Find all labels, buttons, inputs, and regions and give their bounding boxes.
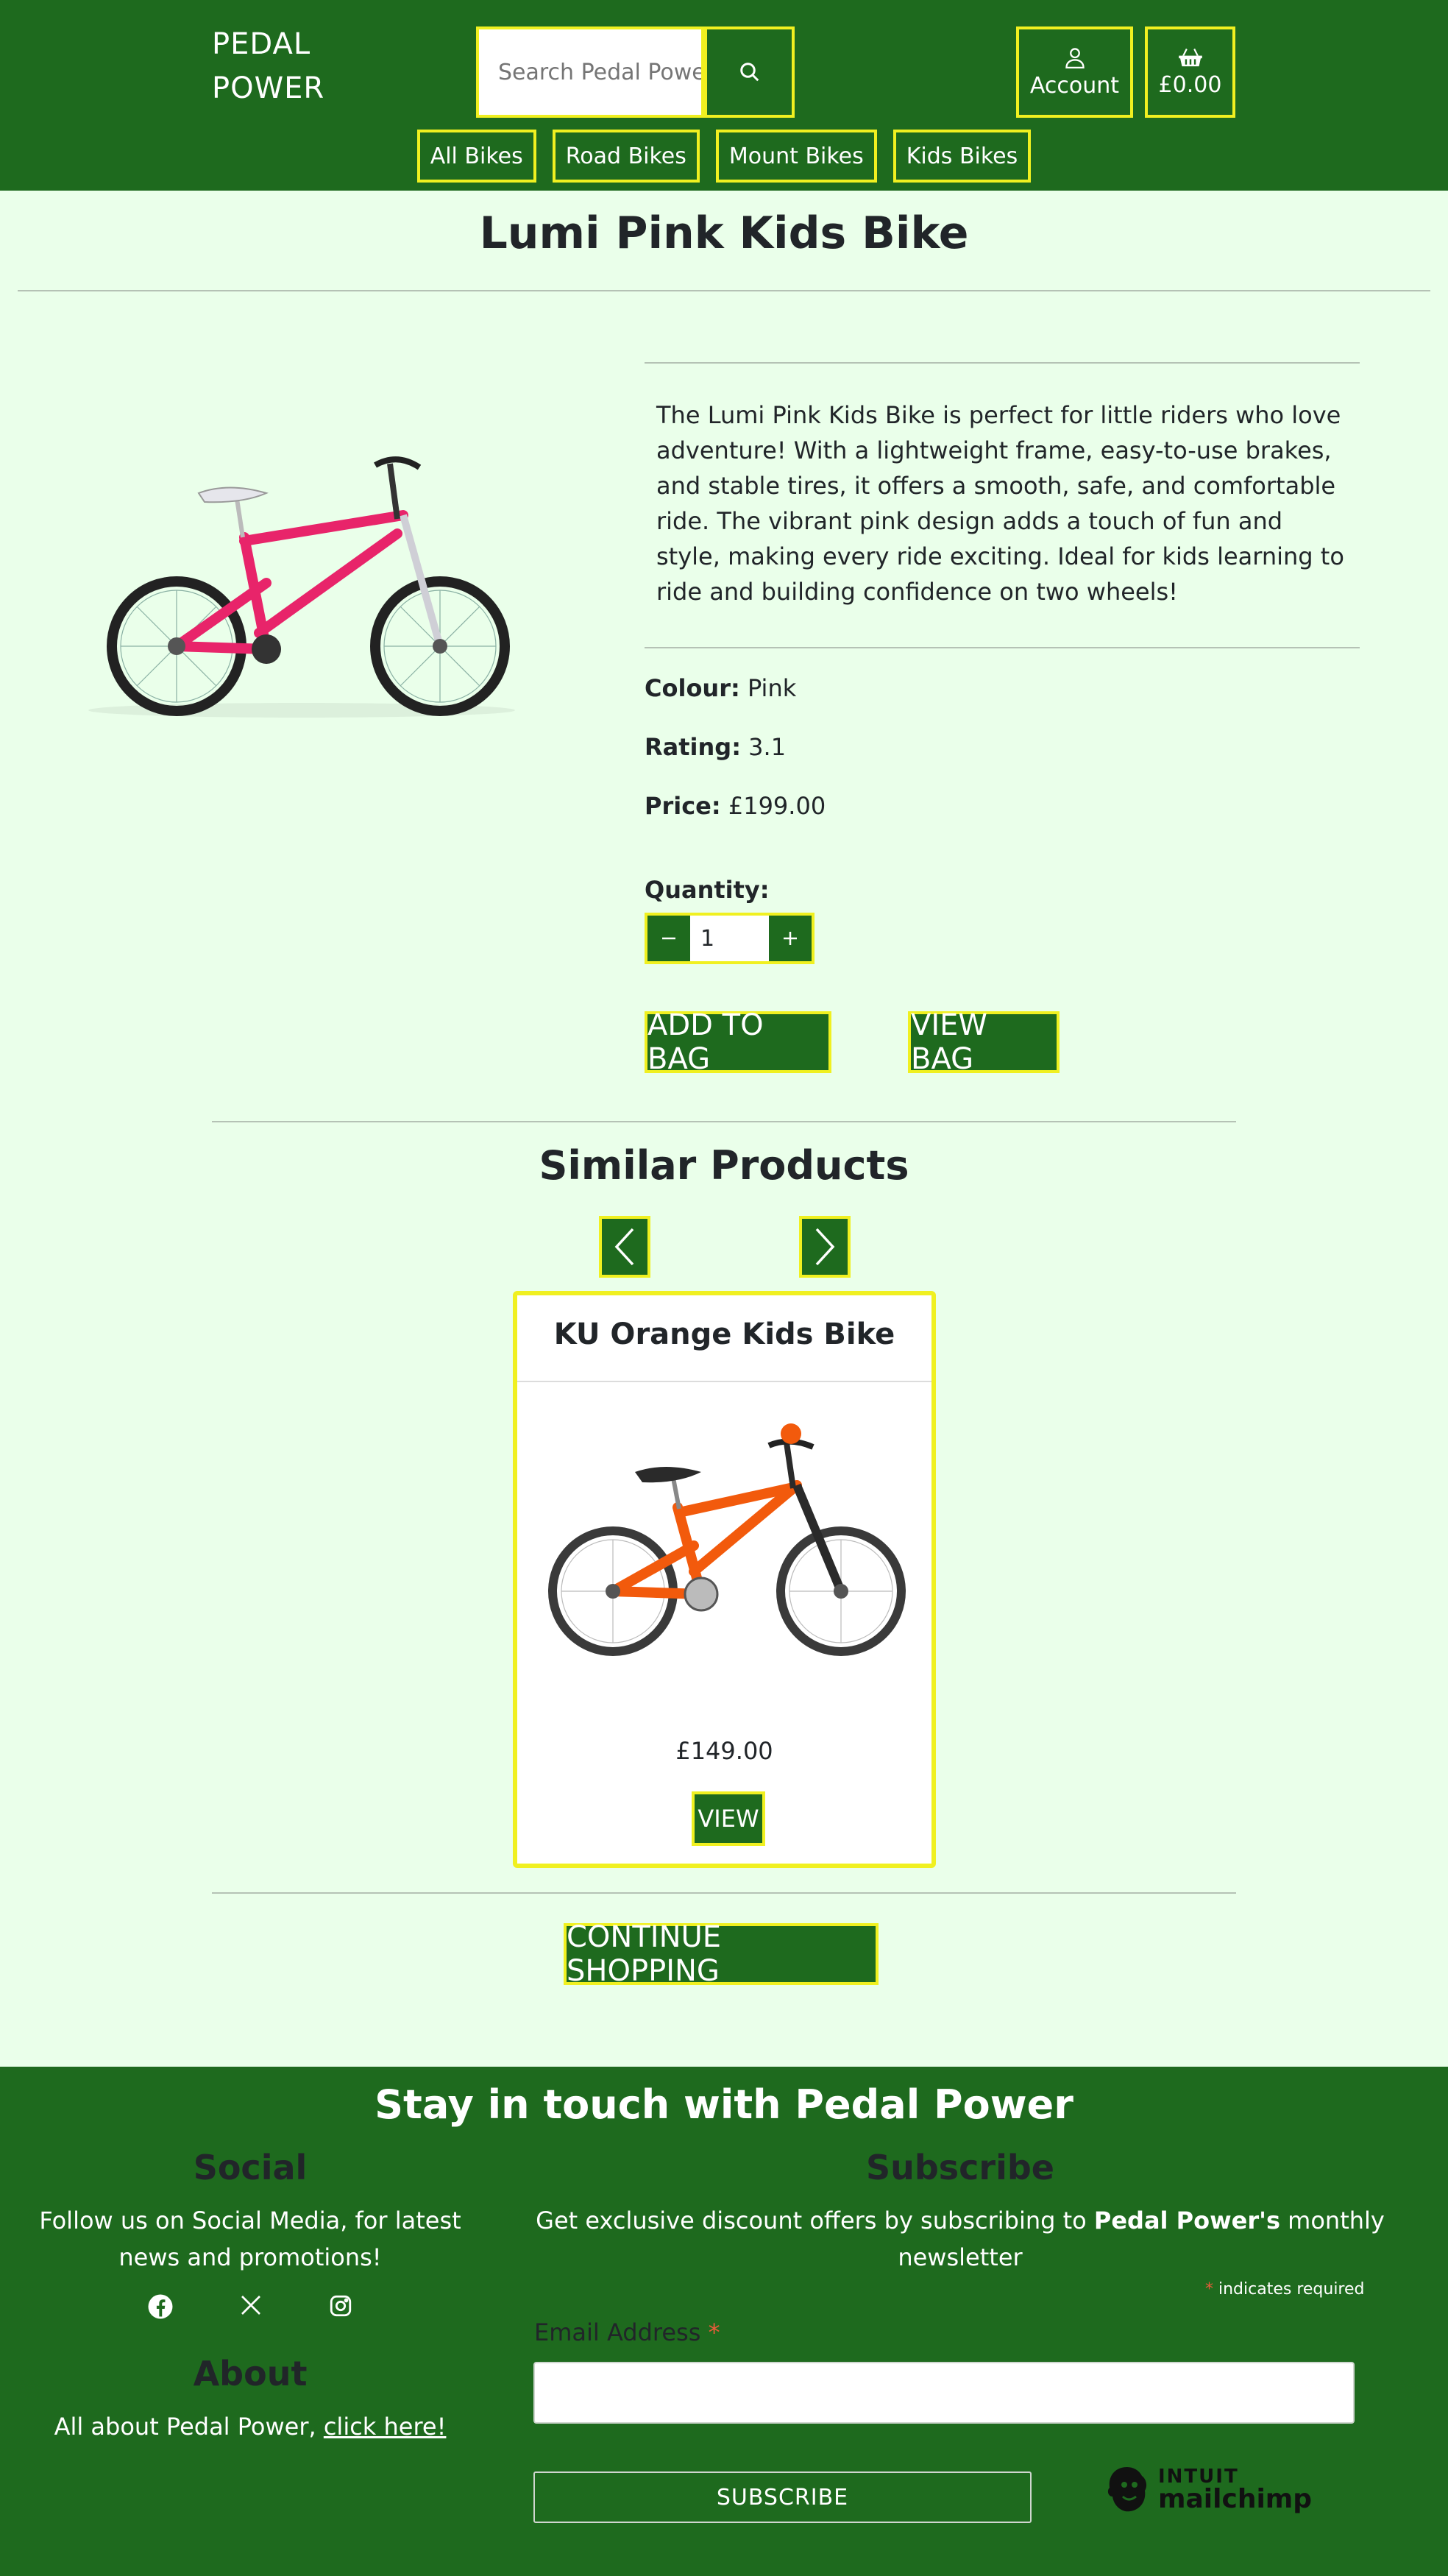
description-bottom-divider <box>645 647 1360 648</box>
colour-value: Pink <box>747 674 797 702</box>
x-icon[interactable] <box>239 2293 263 2317</box>
required-note: * indicates required <box>1205 2280 1365 2299</box>
social-links <box>147 2293 353 2320</box>
description-top-divider <box>645 362 1360 364</box>
plus-icon <box>784 932 797 945</box>
product-description: The Lumi Pink Kids Bike is perfect for l… <box>656 401 1344 606</box>
required-star: * <box>1205 2280 1213 2299</box>
price-row: Price: £199.00 <box>645 792 826 820</box>
rating-value: 3.1 <box>748 733 787 761</box>
rating-row: Rating: 3.1 <box>645 733 786 761</box>
subscribe-text-before: Get exclusive discount offers by subscri… <box>536 2207 1094 2234</box>
carousel-prev-button[interactable] <box>599 1216 650 1278</box>
carousel-next-button[interactable] <box>799 1216 851 1278</box>
continue-shopping-button[interactable]: CONTINUE SHOPPING <box>564 1920 879 1988</box>
price-label: Price: <box>645 792 721 820</box>
subscribe-button[interactable]: SUBSCRIBE <box>533 2471 1032 2523</box>
social-text: Follow us on Social Media, for latest ne… <box>29 2202 471 2276</box>
product-card-price: £149.00 <box>675 1737 773 1765</box>
quantity-stepper: 1 <box>645 913 814 964</box>
main-nav: All Bikes Road Bikes Mount Bikes Kids Bi… <box>0 130 1448 183</box>
site-header: PEDAL POWER Account £0.00 All Bikes Road… <box>0 0 1448 191</box>
brand-line-1: PEDAL <box>212 27 311 61</box>
view-bag-button[interactable]: VIEW BAG <box>908 1008 1060 1076</box>
similar-products-heading: Similar Products <box>539 1142 909 1189</box>
subscribe-text: Get exclusive discount offers by subscri… <box>486 2202 1435 2276</box>
similar-divider <box>212 1121 1236 1122</box>
mailchimp-freddie-icon <box>1107 2467 1147 2512</box>
basket-icon <box>1178 48 1202 66</box>
nav-mount-bikes[interactable]: Mount Bikes <box>715 130 877 183</box>
quantity-decrease-button[interactable] <box>647 916 690 961</box>
subscribe-text-brand: Pedal Power's <box>1093 2207 1280 2234</box>
subscribe-heading: Subscribe <box>865 2148 1055 2187</box>
about-heading: About <box>193 2354 308 2393</box>
card-divider <box>517 1381 931 1382</box>
search-field[interactable] <box>476 26 704 118</box>
search-button[interactable] <box>704 26 795 118</box>
about-link[interactable]: click here! <box>324 2413 447 2441</box>
brand-logo[interactable]: PEDAL POWER <box>212 22 324 110</box>
add-to-bag-button[interactable]: ADD TO BAG <box>645 1008 831 1076</box>
nav-road-bikes[interactable]: Road Bikes <box>552 130 700 183</box>
product-card-image[interactable] <box>539 1420 911 1663</box>
email-field[interactable] <box>533 2362 1355 2424</box>
product-card-view-button[interactable]: VIEW <box>692 1791 765 1846</box>
social-heading: Social <box>193 2148 308 2187</box>
footer-title: Stay in touch with Pedal Power <box>375 2081 1073 2128</box>
product-card-title: KU Orange Kids Bike <box>553 1317 895 1351</box>
colour-label: Colour: <box>645 674 740 702</box>
email-required-star: * <box>708 2318 720 2346</box>
bag-total: £0.00 <box>1158 71 1222 98</box>
chevron-right-icon <box>815 1228 835 1266</box>
title-divider <box>18 290 1430 291</box>
account-label: Account <box>1029 72 1120 99</box>
email-label: Email Address * <box>534 2318 720 2346</box>
about-text: All about Pedal Power, click here! <box>29 2408 471 2445</box>
price-value: £199.00 <box>728 792 826 820</box>
quantity-input[interactable]: 1 <box>690 916 769 961</box>
facebook-icon[interactable] <box>147 2293 174 2320</box>
email-label-text: Email Address <box>534 2318 709 2346</box>
instagram-icon[interactable] <box>328 2293 353 2318</box>
account-button[interactable]: Account <box>1016 26 1133 118</box>
brand-line-2: POWER <box>212 71 325 105</box>
search-icon <box>739 63 759 82</box>
quantity-label: Quantity: <box>645 876 770 904</box>
mailchimp-wordmark: INTUIT mailchimp <box>1158 2467 1312 2513</box>
search-input[interactable] <box>498 59 701 85</box>
mailchimp-logo[interactable]: INTUIT mailchimp <box>1104 2464 1312 2516</box>
product-card[interactable]: KU Orange Kids Bike £149.00 VIEW <box>513 1291 936 1868</box>
page-title: Lumi Pink Kids Bike <box>479 208 969 259</box>
required-note-text: indicates required <box>1213 2280 1365 2299</box>
mailchimp-name-text: mailchimp <box>1158 2484 1313 2514</box>
social-text-line-1: Follow us on Social Media, for latest <box>39 2207 461 2234</box>
about-text-label: All about Pedal Power, <box>54 2413 324 2441</box>
colour-row: Colour: Pink <box>645 674 796 702</box>
nav-all-bikes[interactable]: All Bikes <box>416 130 536 183</box>
social-text-line-2: news and promotions! <box>118 2243 382 2271</box>
nav-kids-bikes[interactable]: Kids Bikes <box>892 130 1032 183</box>
shopping-bag-button[interactable]: £0.00 <box>1145 26 1235 118</box>
product-image <box>74 412 530 721</box>
minus-icon <box>662 937 675 940</box>
rating-label: Rating: <box>645 733 741 761</box>
continue-divider <box>212 1892 1236 1894</box>
chevron-left-icon <box>614 1228 634 1266</box>
quantity-increase-button[interactable] <box>769 916 812 961</box>
user-icon <box>1065 47 1085 68</box>
